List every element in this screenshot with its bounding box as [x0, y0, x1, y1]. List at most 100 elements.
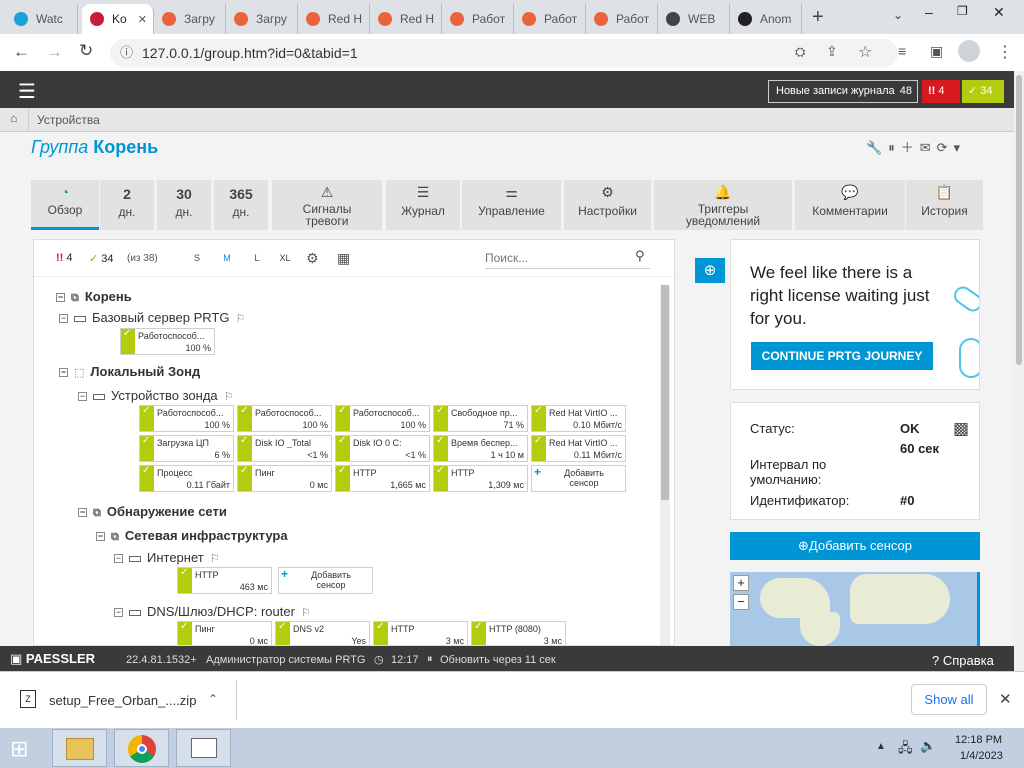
nav-tab[interactable]: 30 дн. — [157, 180, 211, 230]
sensor-tile[interactable]: Disk IO 0 C:<1 % — [335, 435, 430, 462]
profile-avatar-icon[interactable] — [958, 40, 980, 62]
media-icon[interactable]: ≡ — [898, 43, 906, 59]
nav-tab[interactable]: ⚌ Управление — [462, 180, 561, 230]
flag-icon[interactable]: ⚐ — [210, 552, 220, 565]
add-panel-button[interactable]: ⊕ — [695, 258, 725, 283]
forward-icon[interactable]: → — [46, 42, 63, 62]
browser-tab[interactable]: Работ — [514, 4, 586, 34]
flag-icon[interactable]: ⚐ — [301, 606, 311, 619]
sensor-tile[interactable]: Время беспер... 1 ч 10 м — [433, 435, 528, 462]
sensor-tile[interactable]: HTTP 463 мс — [177, 567, 272, 594]
tree-node[interactable]: − ⧉ Корень — [56, 289, 132, 305]
sensor-tile[interactable]: Пинг 0 мс — [177, 621, 272, 645]
menu-kebab-icon[interactable]: ⋮ — [997, 42, 1013, 62]
home-icon[interactable]: ⌂ — [10, 111, 17, 125]
start-button[interactable]: ⊞ — [10, 736, 28, 762]
nav-tab[interactable]: ⚙ Настройки — [564, 180, 651, 230]
collapse-icon[interactable]: − — [96, 532, 105, 542]
size-button[interactable]: XL — [274, 249, 296, 267]
tree-node[interactable]: − ⬚ Локальный Зонд — [59, 364, 200, 379]
sensor-tile[interactable]: Red Hat VirtIO ... 0.10 Мбит/с — [531, 405, 626, 432]
size-button[interactable]: M — [216, 249, 238, 267]
sensor-tile[interactable]: Работоспособ... 100 % — [120, 328, 215, 355]
help-link[interactable]: ? Справка — [932, 653, 994, 668]
browser-tab[interactable]: Загру — [226, 4, 298, 34]
browser-tab[interactable]: Red H — [298, 4, 370, 34]
bookmark-star-icon[interactable]: ☆ — [858, 42, 872, 62]
browser-tab[interactable]: Watc — [6, 4, 78, 34]
sensor-tile[interactable]: Процесс 0.11 Гбайт — [139, 465, 234, 492]
browser-tab[interactable]: Работ — [586, 4, 658, 34]
new-tab-button[interactable]: + — [812, 6, 824, 29]
close-window-button[interactable]: ✕ — [993, 4, 1005, 21]
info-icon[interactable]: ⓘ — [120, 39, 133, 67]
pause-refresh-icon[interactable]: ⏸ — [427, 653, 433, 666]
sensor-tile[interactable]: Пинг 0 мс — [237, 465, 332, 492]
search-icon[interactable]: ⚲ — [635, 248, 645, 264]
nav-tab[interactable]: ◔ Обзор — [31, 180, 99, 230]
file-explorer-button[interactable] — [52, 729, 107, 767]
nav-tab[interactable]: 🔔 Триггеры уведомлений — [654, 180, 792, 230]
wrench-icon[interactable]: 🔧 — [866, 140, 888, 155]
nav-tab[interactable]: 2 дн. — [100, 180, 154, 230]
page-scrollbar[interactable] — [1014, 71, 1024, 671]
download-options-chevron-icon[interactable]: ⌃ — [208, 692, 218, 706]
close-tab-icon[interactable]: ✕ — [138, 13, 147, 26]
browser-tab[interactable]: Anom — [730, 4, 802, 34]
add-sensor-tile[interactable]: Добавить сенсор — [531, 465, 626, 492]
nav-tab[interactable]: 365 дн. — [214, 180, 268, 230]
translate-icon[interactable]: ⛭ — [795, 44, 805, 60]
tree-node[interactable]: − ⧉ Обнаружение сети — [78, 504, 227, 520]
filter-ok[interactable]: ✓ 34 — [89, 252, 114, 265]
back-icon[interactable]: ← — [13, 42, 30, 62]
hamburger-menu-icon[interactable]: ☰ — [18, 79, 36, 104]
minimize-button[interactable]: – — [925, 4, 933, 20]
chrome-button[interactable] — [114, 729, 169, 767]
sensor-tile[interactable]: DNS v2 Yes — [275, 621, 370, 645]
download-file-name[interactable]: setup_Free_Orban_....zip — [49, 693, 196, 708]
sensor-tile[interactable]: HTTP 1,309 мс — [433, 465, 528, 492]
nav-tab[interactable]: 📋 История — [906, 180, 983, 230]
nav-tab[interactable]: ☰ Журнал — [386, 180, 460, 230]
nav-tab[interactable]: ⚠ Сигналы тревоги — [272, 180, 382, 230]
show-all-button[interactable]: Show all — [911, 684, 987, 715]
size-button[interactable]: L — [246, 249, 268, 267]
ok-count-badge[interactable]: ✓ 34 — [962, 80, 1004, 103]
sensor-tile[interactable]: Работоспособ... 100 % — [139, 405, 234, 432]
side-panel-icon[interactable]: ▣ — [930, 43, 943, 60]
tree-node[interactable]: − DNS/Шлюз/DHCP: router ⚐ — [114, 604, 311, 619]
breadcrumb-devices[interactable]: Устройства — [37, 113, 100, 127]
sensor-tile[interactable]: HTTP 3 мс — [373, 621, 468, 645]
share-icon[interactable]: ⇪ — [826, 43, 838, 60]
collapse-icon[interactable]: − — [114, 554, 123, 564]
collapse-icon[interactable]: − — [59, 368, 68, 378]
network-icon[interactable]: 🖧 — [898, 739, 913, 761]
user-text[interactable]: Администратор системы PRTG — [206, 654, 365, 666]
tree-node[interactable]: − Базовый сервер PRTG ⚐ — [59, 310, 245, 325]
clock-date[interactable]: 1/4/2023 — [960, 750, 1003, 762]
url-input[interactable]: ⓘ 127.0.0.1/group.htm?id=0&tabid=1 — [110, 39, 898, 67]
restore-button[interactable]: ❐ — [957, 4, 968, 18]
add-sensor-button[interactable]: ⊕Добавить сенсор — [730, 532, 980, 560]
browser-tab[interactable]: Ko ✕ — [82, 4, 154, 34]
continue-prtg-journey-button[interactable]: CONTINUE PRTG JOURNEY — [751, 342, 933, 370]
settings-gear-icon[interactable]: ⚙ — [306, 250, 319, 267]
volume-icon[interactable]: 🔈 — [920, 738, 936, 754]
sensor-tile[interactable]: Свободное пр... 71 % — [433, 405, 528, 432]
collapse-icon[interactable]: − — [56, 293, 65, 303]
collapse-icon[interactable]: − — [78, 508, 87, 518]
tree-node[interactable]: − Устройство зонда ⚐ — [78, 388, 234, 403]
browser-tab[interactable]: WEB — [658, 4, 730, 34]
pause-icon[interactable]: ⏸ — [888, 140, 901, 155]
flag-icon[interactable]: ⚐ — [235, 312, 245, 325]
tree-node[interactable]: − ⧉ Сетевая инфраструктура — [96, 528, 288, 544]
sensor-tile[interactable]: Disk IO _Total <1 % — [237, 435, 332, 462]
size-button[interactable]: S — [186, 249, 208, 267]
mail-icon[interactable]: ✉ — [920, 140, 937, 155]
dropdown-caret-icon[interactable]: ▾ — [954, 140, 967, 155]
tray-arrow-icon[interactable]: ▲ — [876, 741, 886, 752]
filter-alarm[interactable]: !! 4 — [56, 252, 73, 264]
refresh-text[interactable]: Обновить через 11 сек — [440, 654, 556, 666]
clock-time[interactable]: 12:18 PM — [955, 734, 1002, 746]
map-zoom-out-button[interactable]: − — [733, 594, 749, 610]
